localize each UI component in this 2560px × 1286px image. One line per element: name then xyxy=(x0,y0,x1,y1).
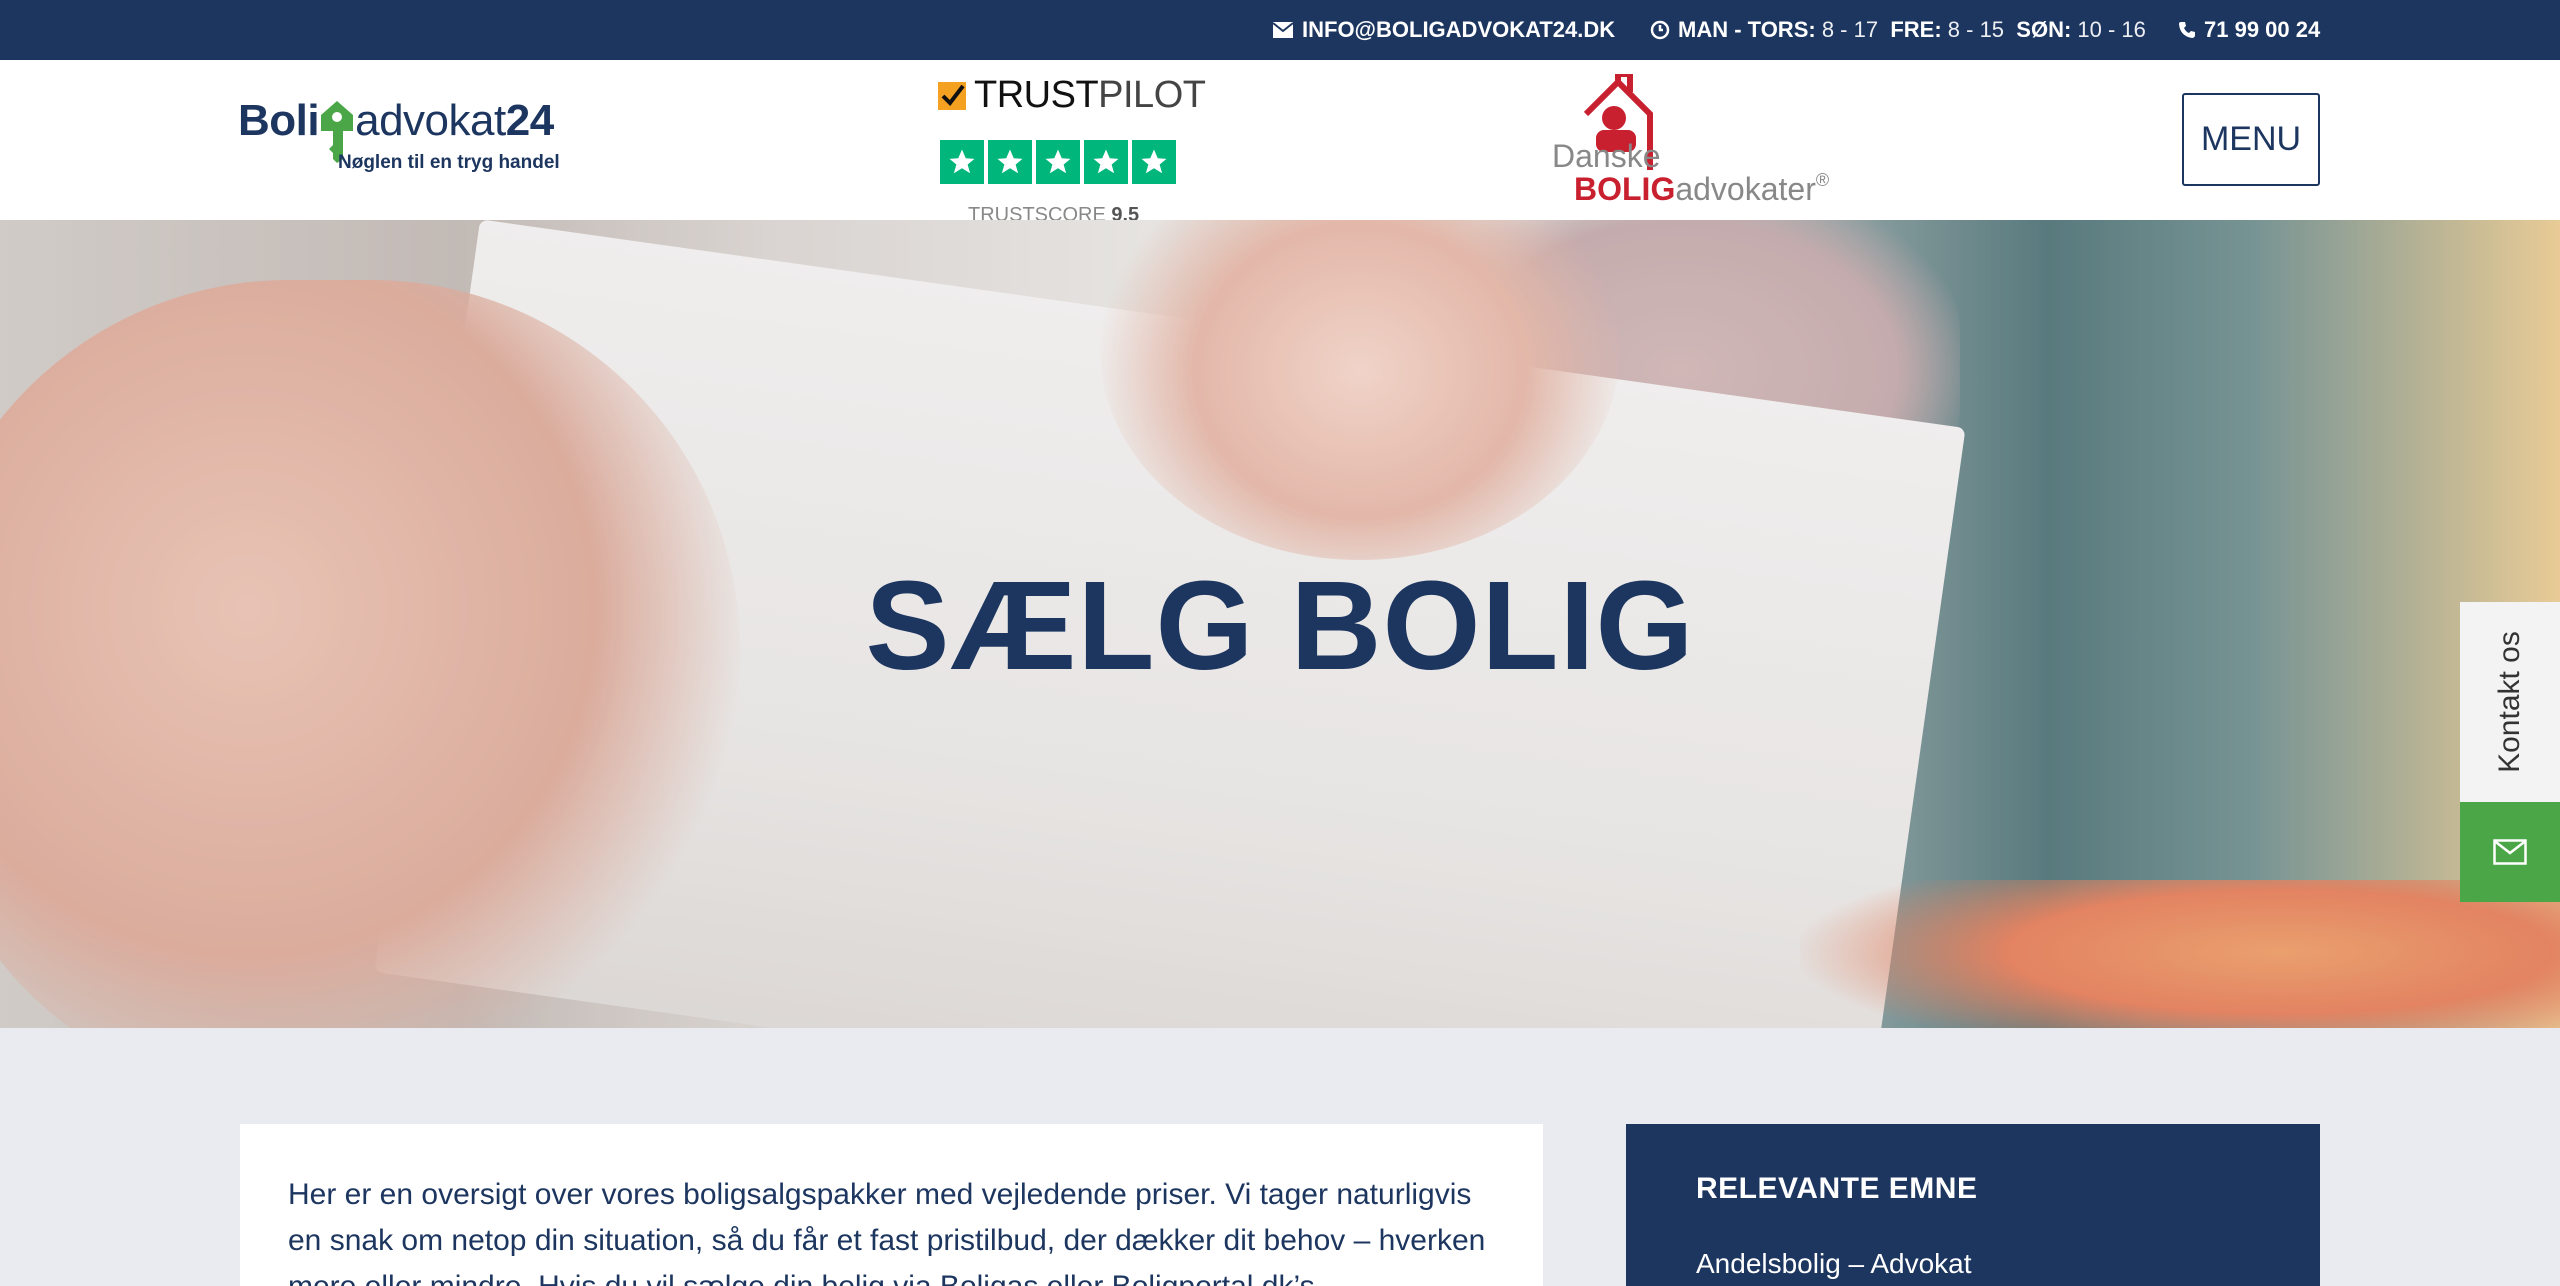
envelope-icon xyxy=(2493,839,2527,865)
house-key-icon xyxy=(319,99,355,163)
envelope-icon xyxy=(1272,22,1294,38)
hours-label-weekdays: MAN - TORS: xyxy=(1678,17,1816,42)
logo-tagline: Nøglen til en tryg handel xyxy=(338,152,560,173)
hours-value-weekdays: 8 - 17 xyxy=(1821,17,1879,42)
star-icon xyxy=(988,140,1032,184)
hours-value-friday: 8 - 15 xyxy=(1947,17,2005,42)
trustpilot-stars xyxy=(940,140,1176,184)
trustpilot-title-bold: TRUST xyxy=(974,74,1099,116)
phone-link[interactable]: 71 99 00 24 xyxy=(2178,0,2320,60)
hours-label-friday: FRE: xyxy=(1890,17,1942,42)
page-title: SÆLG BOLIG xyxy=(865,555,1695,696)
danske-registered-mark: ® xyxy=(1815,170,1830,190)
logo-word-bold: Boli xyxy=(238,96,320,145)
hero-banner: SÆLG BOLIG xyxy=(0,220,2560,1028)
logo-wordmark: Boli advokat24 xyxy=(238,96,554,163)
related-topics-heading: RELEVANTE EMNE xyxy=(1696,1172,1978,1205)
logo-word-number: 24 xyxy=(505,96,554,145)
trustpilot-check-icon xyxy=(938,82,966,110)
site-header: Boli advokat24 Nøglen til en tryg handel… xyxy=(0,60,2560,226)
trustpilot-title: TRUSTPILOT xyxy=(974,74,1206,117)
logo-word-thin: advokat xyxy=(355,96,506,145)
contact-us-label: Kontakt os xyxy=(2493,631,2527,773)
clock-icon xyxy=(1650,20,1670,40)
danske-bolig: BOLIG xyxy=(1574,171,1676,207)
trustpilot-widget[interactable]: TRUSTPILOT TRUSTSCORE 9.5 xyxy=(938,74,1206,226)
phone-icon xyxy=(2179,22,2195,38)
trustpilot-title-light: PILOT xyxy=(1098,74,1206,116)
boligadvokat24-logo[interactable]: Boli advokat24 Nøglen til en tryg handel xyxy=(238,96,598,186)
email-text: INFO@BOLIGADVOKAT24.DK xyxy=(1302,17,1616,42)
intro-text: Her er en oversigt over vores boligsalgs… xyxy=(288,1178,1486,1286)
opening-hours: MAN - TORS: 8 - 17 FRE: 8 - 15 SØN: 10 -… xyxy=(1650,0,2146,60)
related-topics-box: RELEVANTE EMNE Andelsbolig – Advokat xyxy=(1626,1124,2320,1286)
danske-line2: BOLIGadvokater® xyxy=(1574,170,1829,208)
star-icon xyxy=(940,140,984,184)
hours-value-sunday: 10 - 16 xyxy=(2077,17,2146,42)
star-icon xyxy=(1036,140,1080,184)
intro-card: Her er en oversigt over vores boligsalgs… xyxy=(240,1124,1543,1286)
mail-tab-button[interactable] xyxy=(2460,802,2560,902)
menu-button[interactable]: MENU xyxy=(2182,93,2320,186)
star-icon xyxy=(1132,140,1176,184)
top-contact-bar: INFO@BOLIGADVOKAT24.DK MAN - TORS: 8 - 1… xyxy=(0,0,2560,60)
related-link-andelsbolig[interactable]: Andelsbolig – Advokat xyxy=(1696,1248,2250,1280)
danske-boligadvokater-logo[interactable]: Danske BOLIGadvokater® xyxy=(1548,70,1829,220)
phone-text: 71 99 00 24 xyxy=(2204,17,2321,42)
email-link[interactable]: INFO@BOLIGADVOKAT24.DK xyxy=(1272,0,1615,60)
hours-label-sunday: SØN: xyxy=(2016,17,2072,42)
star-icon xyxy=(1084,140,1128,184)
danske-advokater: advokater xyxy=(1675,171,1816,207)
contact-us-tab[interactable]: Kontakt os xyxy=(2460,602,2560,802)
